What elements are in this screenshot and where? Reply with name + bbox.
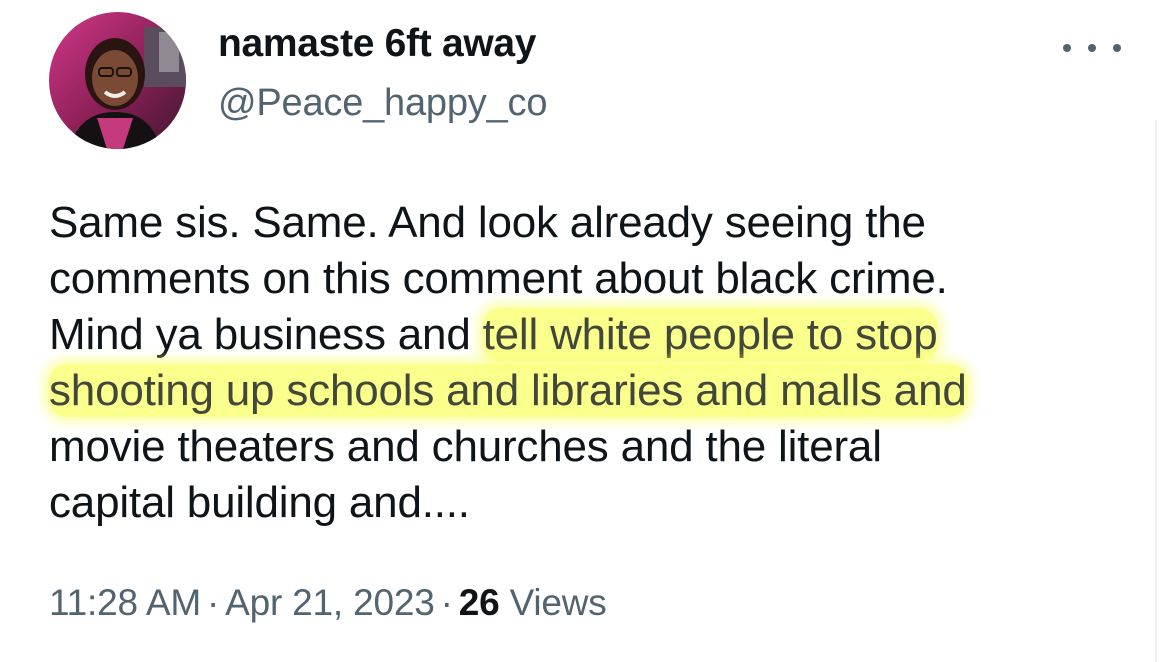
more-horizontal-icon [1113, 44, 1121, 52]
tweet-text: Same sis. Same. And look already seeing … [49, 195, 1139, 531]
tweet-text-line: comments on this comment about black cri… [49, 251, 1139, 307]
views-link[interactable]: 26 Views [459, 582, 607, 623]
author-handle[interactable]: @Peace_happy_co [218, 82, 547, 125]
tweet-text-line: capital building and.... [49, 475, 1139, 531]
tweet-text-segment: movie theaters and churches and the lite… [49, 422, 882, 471]
tweet-text-segment: comments on this comment about black cri… [49, 254, 948, 303]
tweet-text-line: Mind ya business and tell white people t… [49, 307, 1139, 363]
more-horizontal-icon [1063, 44, 1071, 52]
avatar-image [49, 12, 186, 149]
tweet-meta: 11:28 AM · Apr 21, 2023 · 26 Views [49, 582, 607, 624]
highlighted-text: shooting up schools and libraries and ma… [49, 364, 967, 417]
tweet-time[interactable]: 11:28 AM [49, 582, 201, 623]
highlighted-text: tell white people to stop [482, 308, 938, 361]
tweet-card: namaste 6ft away @Peace_happy_co Same si… [0, 0, 1170, 662]
tweet-date[interactable]: Apr 21, 2023 [225, 582, 435, 623]
tweet-text-segment: capital building and.... [49, 478, 470, 527]
tweet-text-line: Same sis. Same. And look already seeing … [49, 195, 1139, 251]
author-display-name[interactable]: namaste 6ft away [218, 22, 537, 66]
avatar[interactable] [49, 12, 186, 149]
tweet-text-line: shooting up schools and libraries and ma… [49, 363, 1139, 419]
tweet-text-segment: Same sis. Same. And look already seeing … [49, 198, 926, 247]
meta-separator: · [206, 582, 220, 623]
tweet-text-line: movie theaters and churches and the lite… [49, 419, 1139, 475]
views-count: 26 [458, 582, 500, 623]
tweet-text-segment: Mind ya business and [49, 310, 483, 359]
more-horizontal-icon [1088, 44, 1096, 52]
more-options-button[interactable] [1063, 33, 1121, 63]
views-label: Views [509, 582, 607, 623]
divider [1155, 120, 1157, 662]
meta-separator: · [440, 582, 453, 623]
